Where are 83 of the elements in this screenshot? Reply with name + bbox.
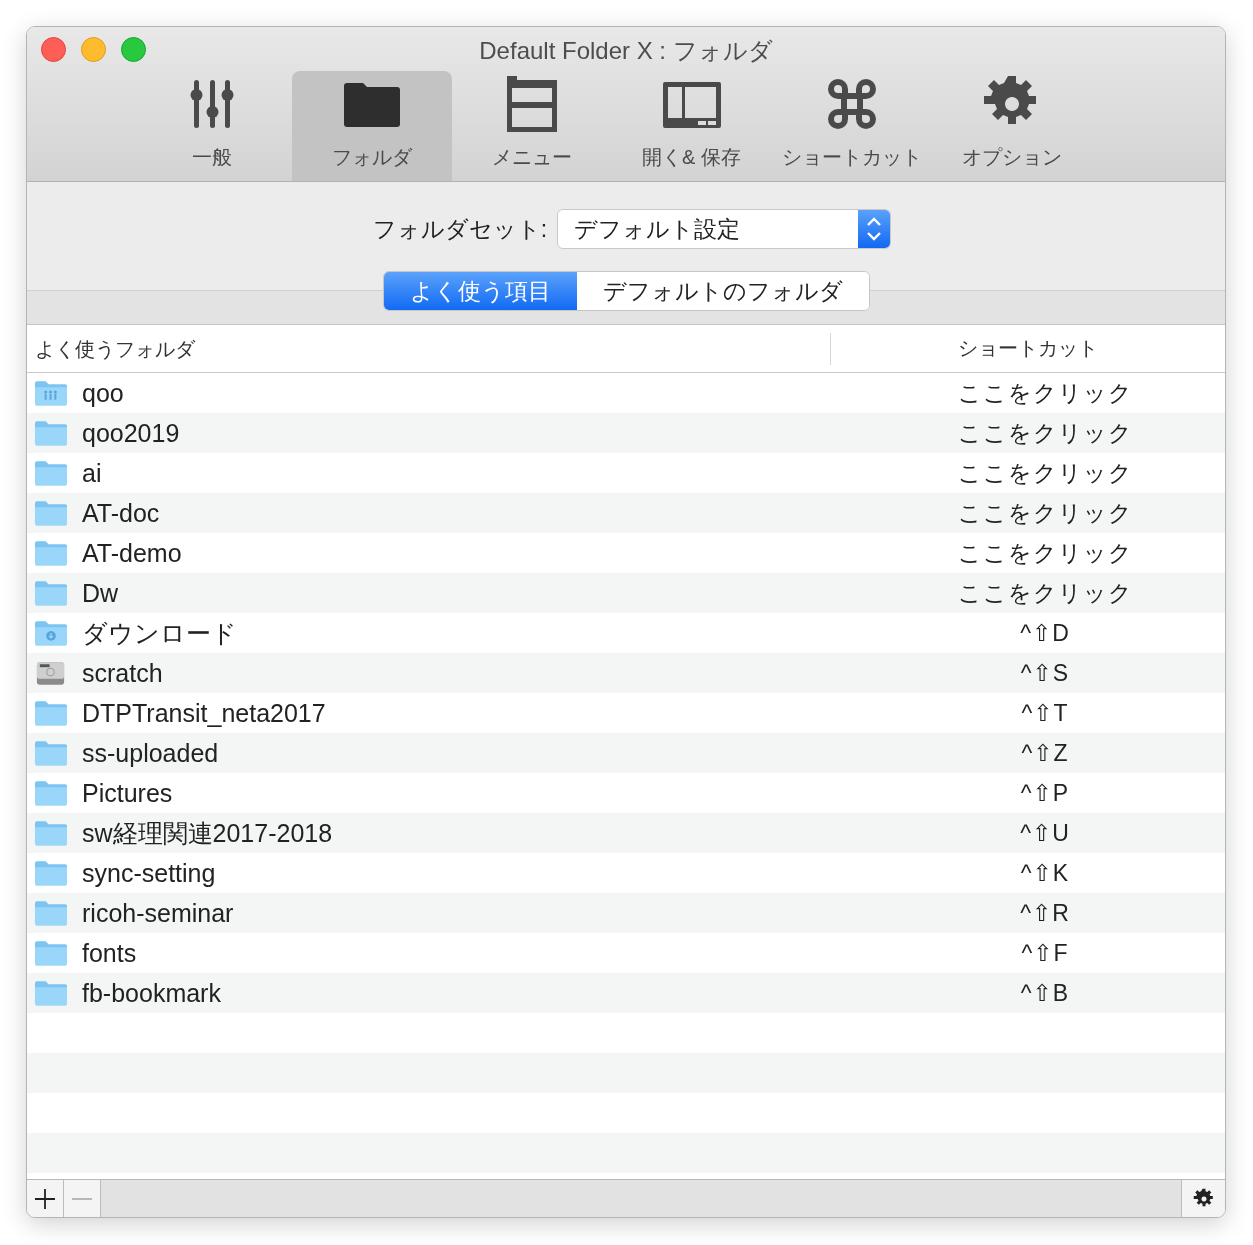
folder-icon: [34, 859, 68, 887]
minimize-button[interactable]: [81, 36, 106, 62]
folder-name: scratch: [82, 658, 164, 688]
table-row[interactable]: qoo ここをクリック: [27, 373, 1225, 413]
folder-name: qoo: [82, 378, 125, 408]
folder-name: AT-doc: [82, 498, 161, 528]
folder-name: DTPTransit_neta2017: [82, 698, 327, 728]
folder-name: qoo2019: [82, 418, 181, 448]
folder-name: ai: [82, 458, 103, 488]
toolbar-tab[interactable]: ショートカット: [771, 71, 932, 181]
folder-name: Dw: [82, 578, 120, 608]
folder-icon: [34, 539, 68, 567]
folder-icon: [34, 819, 68, 847]
table-row[interactable]: Pictures ^⇧P: [27, 773, 1225, 813]
shortcut-cell[interactable]: ^⇧F: [865, 939, 1225, 967]
folder-icon: [34, 699, 68, 727]
plus-icon: [34, 1187, 56, 1210]
table-row[interactable]: AT-demo ここをクリック: [27, 533, 1225, 573]
folder-icon: [34, 499, 68, 527]
folder-icon: [34, 779, 68, 807]
folder-icon: [34, 459, 68, 487]
shortcut-cell[interactable]: ^⇧D: [865, 619, 1225, 647]
table-row[interactable]: DTPTransit_neta2017 ^⇧T: [27, 693, 1225, 733]
shortcut-cell[interactable]: ^⇧K: [865, 859, 1225, 887]
toolbar-tab[interactable]: オプション: [931, 71, 1092, 181]
column-header[interactable]: よく使うフォルダ: [27, 333, 831, 365]
shortcut-cell[interactable]: ^⇧S: [865, 659, 1225, 687]
folder-name: ダウンロード: [82, 617, 238, 649]
folder-icon: [34, 979, 68, 1007]
column-header[interactable]: ショートカット: [831, 325, 1225, 372]
shortcut-cell[interactable]: ここをクリック: [865, 377, 1225, 409]
toolbar-tab[interactable]: 一般: [131, 71, 292, 181]
shortcut-cell[interactable]: ^⇧R: [865, 899, 1225, 927]
settings-button[interactable]: [1181, 1180, 1225, 1217]
window-title: Default Folder X : フォルダ: [479, 36, 773, 66]
close-button[interactable]: [41, 36, 66, 62]
folder-name: Pictures: [82, 778, 174, 808]
folder-icon: [34, 739, 68, 767]
folder-name: fonts: [82, 938, 138, 968]
table-row[interactable]: ss-uploaded ^⇧Z: [27, 733, 1225, 773]
folder-name: sw経理関連2017-2018: [82, 817, 334, 849]
folder-name: fb-bookmark: [82, 978, 222, 1008]
zoom-button[interactable]: [121, 36, 146, 62]
table-row[interactable]: scratch ^⇧S: [27, 653, 1225, 693]
shortcut-cell[interactable]: ^⇧T: [865, 699, 1225, 727]
folder-set-label: フォルダセット:: [372, 214, 548, 244]
group-folder-icon: [34, 379, 68, 407]
folder-name: sync-setting: [82, 858, 217, 888]
table-row[interactable]: sw経理関連2017-2018 ^⇧U: [27, 813, 1225, 853]
toolbar-tab[interactable]: フォルダ: [291, 71, 452, 181]
toolbar-tab[interactable]: メニュー: [451, 71, 612, 181]
table-row[interactable]: sync-setting ^⇧K: [27, 853, 1225, 893]
folder-icon: [34, 899, 68, 927]
table-row[interactable]: ricoh-seminar ^⇧R: [27, 893, 1225, 933]
folder-icon: [34, 579, 68, 607]
toolbar-tab[interactable]: 開く& 保存: [611, 71, 772, 181]
add-button[interactable]: [27, 1180, 64, 1217]
minus-icon: [71, 1197, 93, 1200]
segment-tab[interactable]: よく使う項目: [383, 272, 577, 310]
shortcut-cell[interactable]: ^⇧P: [865, 779, 1225, 807]
table-row[interactable]: AT-doc ここをクリック: [27, 493, 1225, 533]
folder-name: ricoh-seminar: [82, 898, 235, 928]
folder-name: ss-uploaded: [82, 738, 220, 768]
table-row[interactable]: ダウンロード ^⇧D: [27, 613, 1225, 653]
shortcut-cell[interactable]: ^⇧U: [865, 819, 1225, 847]
table-row[interactable]: qoo2019 ここをクリック: [27, 413, 1225, 453]
table-row[interactable]: ai ここをクリック: [27, 453, 1225, 493]
shortcut-cell[interactable]: ここをクリック: [865, 417, 1225, 449]
table-row[interactable]: fb-bookmark ^⇧B: [27, 973, 1225, 1013]
folder-icon: [34, 939, 68, 967]
folder-set-popup[interactable]: デフォルト設定: [557, 209, 892, 249]
shortcut-cell[interactable]: ここをクリック: [865, 537, 1225, 569]
folder-icon: [34, 419, 68, 447]
shortcut-cell[interactable]: ここをクリック: [865, 577, 1225, 609]
folder-name: AT-demo: [82, 538, 183, 568]
stepper-arrows-icon: [866, 216, 883, 242]
table-row[interactable]: Dw ここをクリック: [27, 573, 1225, 613]
table-row[interactable]: fonts ^⇧F: [27, 933, 1225, 973]
shortcut-cell[interactable]: ^⇧B: [865, 979, 1225, 1007]
shortcut-cell[interactable]: ここをクリック: [865, 457, 1225, 489]
download-folder-icon: [34, 619, 68, 647]
shortcut-cell[interactable]: ^⇧Z: [865, 739, 1225, 767]
shortcut-cell[interactable]: ここをクリック: [865, 497, 1225, 529]
